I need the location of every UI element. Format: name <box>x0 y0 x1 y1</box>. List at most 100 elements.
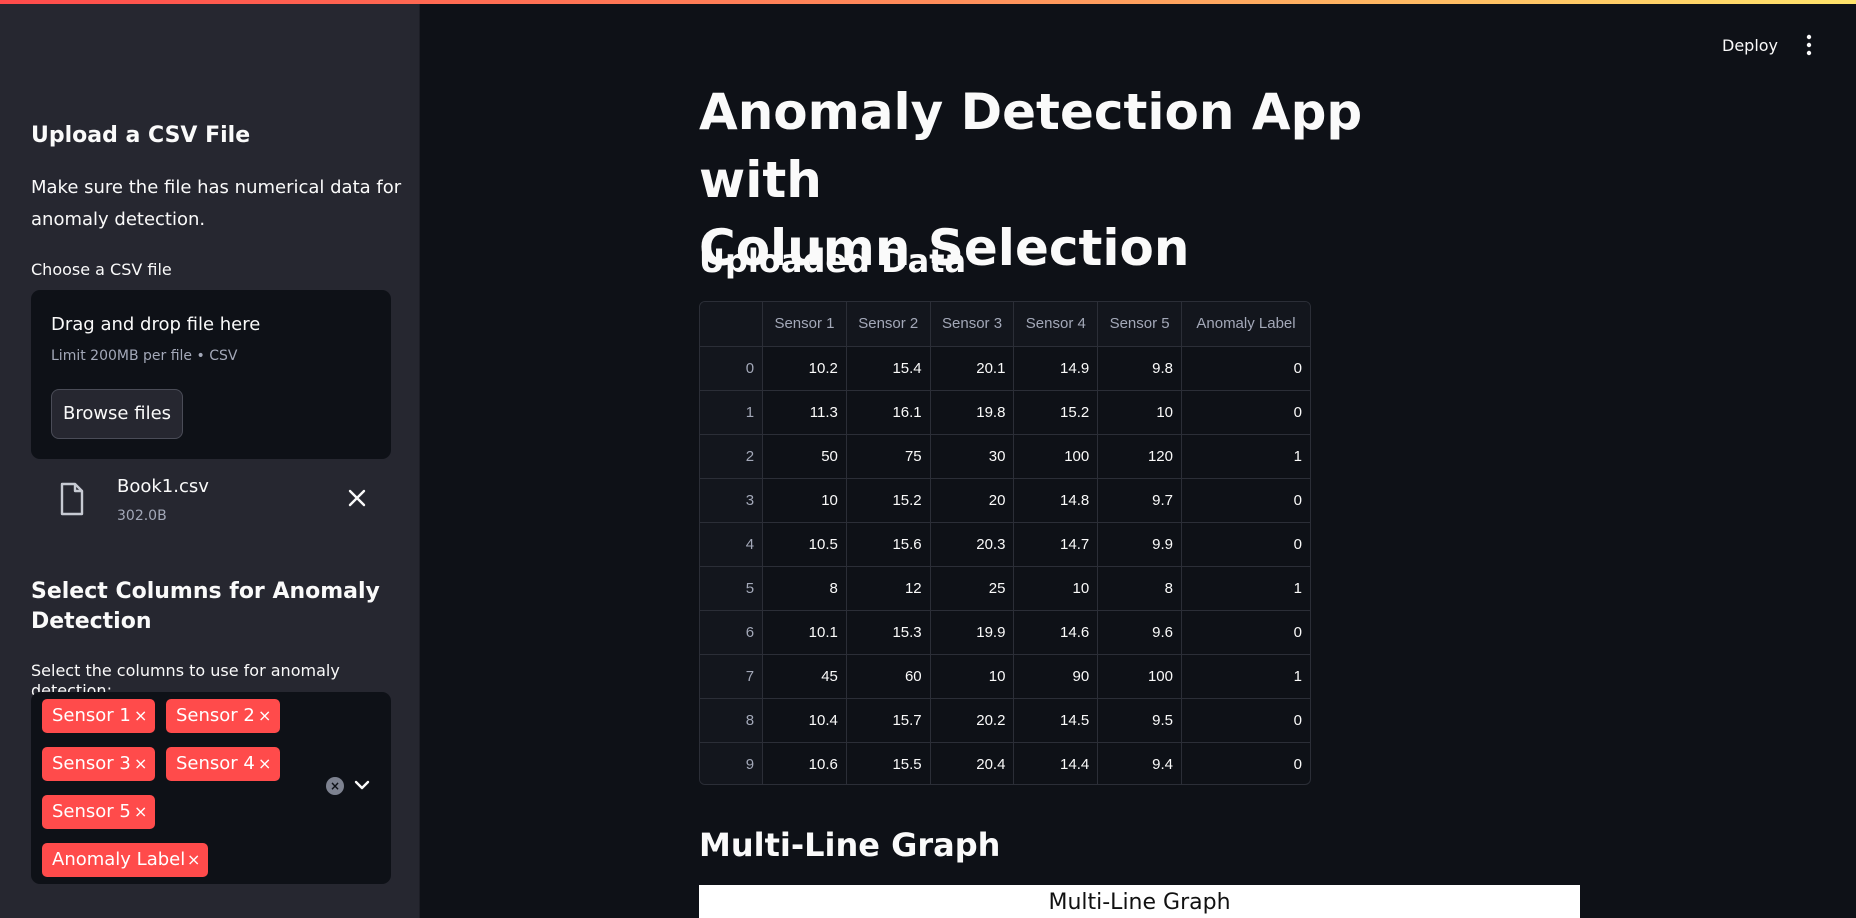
table-cell[interactable]: 90 <box>1013 654 1099 699</box>
column-multiselect[interactable]: Sensor 1 × Sensor 2 × Sensor 3 × Sensor … <box>31 692 391 884</box>
table-cell[interactable]: 10 <box>1013 566 1099 611</box>
table-cell[interactable]: 20 <box>930 478 1015 523</box>
tag-remove-icon[interactable]: × <box>134 699 147 733</box>
table-cell[interactable]: 0 <box>1181 478 1310 523</box>
uploaded-file-row: Book1.csv 302.0B <box>31 470 391 530</box>
table-cell[interactable]: 14.4 <box>1013 742 1099 784</box>
table-cell[interactable]: 100 <box>1013 434 1099 479</box>
file-dropzone[interactable]: Drag and drop file here Limit 200MB per … <box>31 290 391 459</box>
row-index-cell[interactable]: 5 <box>700 566 764 611</box>
tag-remove-icon[interactable]: × <box>134 795 147 829</box>
table-cell[interactable]: 60 <box>846 654 931 699</box>
table-cell[interactable]: 14.9 <box>1013 346 1099 391</box>
deploy-button[interactable]: Deploy <box>1722 36 1778 55</box>
table-cell[interactable]: 14.5 <box>1013 698 1099 743</box>
table-cell[interactable]: 11.3 <box>762 390 847 435</box>
table-cell[interactable]: 20.3 <box>930 522 1015 567</box>
tag-sensor-4: Sensor 4 × <box>166 747 280 781</box>
table-cell[interactable]: 10.6 <box>762 742 847 784</box>
table-cell[interactable]: 15.7 <box>846 698 931 743</box>
table-cell[interactable]: 10 <box>762 478 847 523</box>
browse-files-button[interactable]: Browse files <box>51 389 183 439</box>
table-cell[interactable]: 10 <box>1097 390 1182 435</box>
table-cell[interactable]: 25 <box>930 566 1015 611</box>
row-index-cell[interactable]: 8 <box>700 698 764 743</box>
table-cell[interactable]: 20.4 <box>930 742 1015 784</box>
table-cell[interactable]: 9.4 <box>1097 742 1182 784</box>
column-header[interactable]: Sensor 2 <box>846 302 931 347</box>
table-cell[interactable]: 8 <box>1097 566 1182 611</box>
row-index-cell[interactable]: 4 <box>700 522 764 567</box>
table-cell[interactable]: 20.2 <box>930 698 1015 743</box>
table-cell[interactable]: 15.6 <box>846 522 931 567</box>
table-cell[interactable]: 10.5 <box>762 522 847 567</box>
tag-sensor-2: Sensor 2 × <box>166 699 280 733</box>
table-cell[interactable]: 15.5 <box>846 742 931 784</box>
table-cell[interactable]: 12 <box>846 566 931 611</box>
table-cell[interactable]: 15.3 <box>846 610 931 655</box>
kebab-menu-icon[interactable] <box>1800 34 1818 56</box>
table-cell[interactable]: 8 <box>762 566 847 611</box>
tag-remove-icon[interactable]: × <box>134 747 147 781</box>
upload-description-line1: Make sure the file has numerical data fo… <box>31 177 402 198</box>
row-index-cell[interactable]: 7 <box>700 654 764 699</box>
column-header[interactable]: Anomaly Label <box>1181 302 1310 347</box>
clear-all-icon[interactable]: × <box>326 777 344 795</box>
table-cell[interactable]: 0 <box>1181 390 1310 435</box>
table-cell[interactable]: 14.7 <box>1013 522 1099 567</box>
column-header[interactable]: Sensor 4 <box>1013 302 1099 347</box>
table-cell[interactable]: 15.4 <box>846 346 931 391</box>
table-cell[interactable]: 9.7 <box>1097 478 1182 523</box>
table-cell[interactable]: 0 <box>1181 346 1310 391</box>
table-cell[interactable]: 10.4 <box>762 698 847 743</box>
row-index-cell[interactable]: 6 <box>700 610 764 655</box>
table-cell[interactable]: 10.2 <box>762 346 847 391</box>
table-cell[interactable]: 9.8 <box>1097 346 1182 391</box>
table-cell[interactable]: 16.1 <box>846 390 931 435</box>
table-cell[interactable]: 20.1 <box>930 346 1015 391</box>
table-cell[interactable]: 1 <box>1181 434 1310 479</box>
table-cell[interactable]: 0 <box>1181 610 1310 655</box>
tag-remove-icon[interactable]: × <box>187 843 200 877</box>
data-table[interactable]: Sensor 1 Sensor 2 Sensor 3 Sensor 4 Sens… <box>699 301 1311 785</box>
table-cell[interactable]: 45 <box>762 654 847 699</box>
upload-description-line2: anomaly detection. <box>31 209 206 230</box>
tag-remove-icon[interactable]: × <box>258 747 271 781</box>
table-cell[interactable]: 100 <box>1097 654 1182 699</box>
table-cell[interactable]: 0 <box>1182 742 1311 784</box>
table-cell[interactable]: 14.8 <box>1013 478 1099 523</box>
remove-file-icon[interactable] <box>345 486 369 510</box>
table-row: 2 50 75 30 100 120 1 <box>700 434 1310 479</box>
table-cell[interactable]: 19.8 <box>930 390 1015 435</box>
chart-container: Multi-Line Graph <box>699 885 1580 918</box>
table-row: 9 10.6 15.5 20.4 14.4 9.4 0 <box>700 742 1311 784</box>
table-cell[interactable]: 0 <box>1181 522 1310 567</box>
table-cell[interactable]: 30 <box>930 434 1015 479</box>
column-header[interactable]: Sensor 3 <box>930 302 1015 347</box>
table-cell[interactable]: 15.2 <box>1013 390 1099 435</box>
chevron-down-icon[interactable] <box>353 778 371 792</box>
column-header[interactable]: Sensor 1 <box>762 302 847 347</box>
row-index-cell[interactable]: 2 <box>700 434 764 479</box>
table-cell[interactable]: 50 <box>762 434 847 479</box>
table-cell[interactable]: 75 <box>846 434 931 479</box>
row-index-cell[interactable]: 0 <box>700 346 764 391</box>
column-header[interactable]: Sensor 5 <box>1097 302 1182 347</box>
column-header[interactable] <box>700 302 764 347</box>
table-cell[interactable]: 1 <box>1181 654 1310 699</box>
table-cell[interactable]: 14.6 <box>1013 610 1099 655</box>
table-cell[interactable]: 0 <box>1181 698 1310 743</box>
tag-remove-icon[interactable]: × <box>258 699 271 733</box>
row-index-cell[interactable]: 9 <box>700 742 764 784</box>
table-cell[interactable]: 1 <box>1181 566 1310 611</box>
table-cell[interactable]: 9.5 <box>1097 698 1182 743</box>
table-cell[interactable]: 9.6 <box>1097 610 1182 655</box>
row-index-cell[interactable]: 3 <box>700 478 764 523</box>
table-cell[interactable]: 15.2 <box>846 478 931 523</box>
table-cell[interactable]: 120 <box>1097 434 1182 479</box>
row-index-cell[interactable]: 1 <box>700 390 764 435</box>
table-cell[interactable]: 9.9 <box>1097 522 1182 567</box>
table-cell[interactable]: 10 <box>930 654 1015 699</box>
table-cell[interactable]: 10.1 <box>762 610 847 655</box>
table-cell[interactable]: 19.9 <box>930 610 1015 655</box>
